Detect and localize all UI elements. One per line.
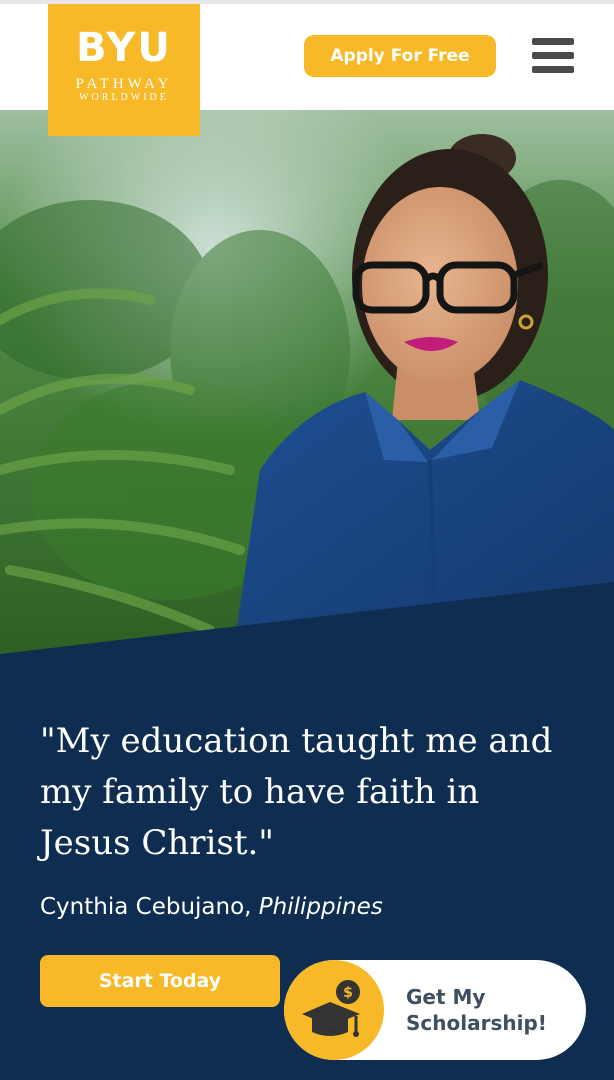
testimonial-location: Philippines bbox=[258, 894, 383, 920]
svg-text:$: $ bbox=[343, 985, 353, 1001]
hamburger-menu-icon[interactable] bbox=[532, 38, 576, 78]
apply-for-free-button[interactable]: Apply For Free bbox=[304, 35, 496, 77]
testimonial-quote: "My education taught me and my family to… bbox=[40, 721, 553, 863]
graduation-cap-money-icon: $ bbox=[302, 980, 360, 1037]
scholarship-label: Get My Scholarship! bbox=[406, 984, 566, 1036]
menu-bar bbox=[532, 66, 574, 73]
testimonial-attribution: Cynthia Cebujano, Philippines bbox=[40, 892, 383, 922]
attribution-separator: , bbox=[244, 894, 259, 920]
start-today-button[interactable]: Start Today bbox=[40, 955, 280, 1007]
logo-main-text: BYU bbox=[76, 25, 172, 71]
menu-bar bbox=[532, 38, 574, 45]
get-scholarship-button[interactable]: $ Get My Scholarship! bbox=[284, 960, 586, 1060]
scholarship-label-line1: Get My bbox=[406, 985, 486, 1009]
logo-line-1: PATHWAY bbox=[75, 76, 173, 92]
hero-illustration bbox=[0, 110, 614, 660]
logo-line-2: WORLDWIDE bbox=[79, 92, 169, 103]
byu-pathway-logo[interactable]: BYU PATHWAY WORLDWIDE bbox=[48, 4, 200, 136]
scholarship-label-line2: Scholarship! bbox=[406, 1011, 547, 1035]
testimonial-name: Cynthia Cebujano bbox=[40, 894, 245, 920]
hero-photo bbox=[0, 110, 614, 660]
menu-bar bbox=[532, 52, 574, 59]
scholarship-icon-circle: $ bbox=[284, 960, 384, 1060]
